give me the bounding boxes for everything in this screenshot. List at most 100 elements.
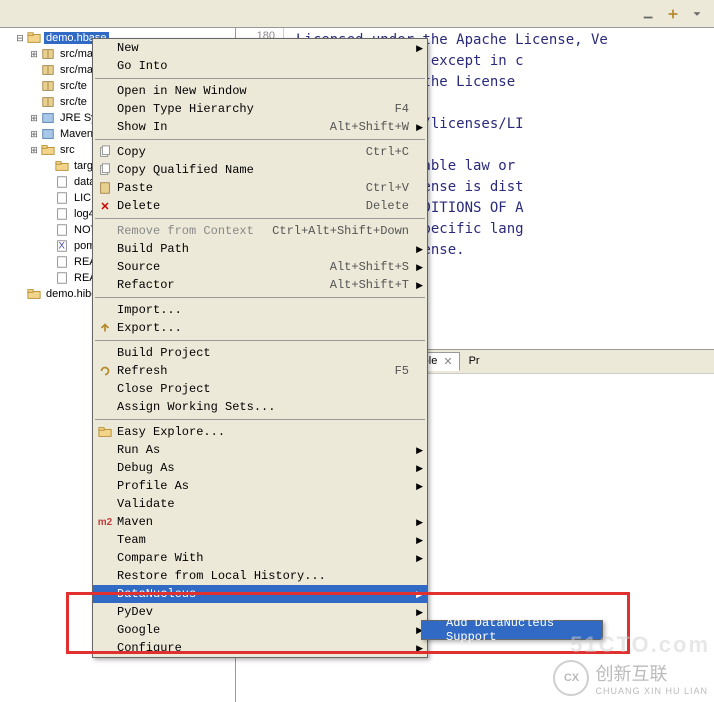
tree-expander-icon[interactable]: ⊞ (28, 49, 40, 60)
menu-item-run-as[interactable]: Run As ▶ (93, 441, 427, 459)
menu-item-copy-qualified-name[interactable]: Copy Qualified Name (93, 161, 427, 179)
menu-item-configure[interactable]: Configure▶ (93, 639, 427, 657)
toolbar-link-icon[interactable] (662, 3, 684, 25)
watermark-back: 51CTO.com (570, 632, 710, 658)
menu-shortcut: Alt+Shift+W (330, 120, 409, 134)
submenu-arrow-icon: ▶ (416, 445, 423, 456)
paste-icon (95, 181, 115, 195)
menu-item-debug-as[interactable]: Debug As▶ (93, 459, 427, 477)
copy-icon (95, 145, 115, 159)
menu-item-compare-with[interactable]: Compare With▶ (93, 549, 427, 567)
tree-expander-icon[interactable]: ⊞ (28, 113, 40, 124)
submenu-arrow-icon: ▶ (416, 262, 423, 273)
menu-item-label: PyDev (115, 605, 409, 619)
menu-item-source[interactable]: SourceAlt+Shift+S▶ (93, 258, 427, 276)
delete-icon: ✕ (95, 200, 115, 213)
menu-separator (95, 340, 425, 341)
menu-item-label: Assign Working Sets... (115, 400, 409, 414)
menu-item-pydev[interactable]: PyDev ▶ (93, 603, 427, 621)
menu-item-label: Remove from Context (115, 224, 272, 238)
menu-item-label: Google (115, 623, 409, 637)
copy-icon (95, 163, 115, 177)
toolbar-view-menu-icon[interactable] (686, 3, 708, 25)
menu-item-label: Easy Explore... (115, 425, 409, 439)
menu-item-label: Run As (115, 443, 409, 457)
submenu-arrow-icon: ▶ (416, 280, 423, 291)
menu-item-label: Refactor (115, 278, 330, 292)
menu-item-open-type-hierarchy[interactable]: Open Type HierarchyF4 (93, 100, 427, 118)
tree-item-label: src (58, 144, 77, 156)
top-toolbar (0, 0, 714, 28)
refresh-icon (95, 364, 115, 378)
menu-item-label: Team (115, 533, 409, 547)
submenu-arrow-icon: ▶ (416, 607, 423, 618)
menu-item-import[interactable]: Import... (93, 301, 427, 319)
submenu-arrow-icon: ▶ (416, 463, 423, 474)
menu-item-label: Profile As (115, 479, 409, 493)
tree-expander-icon[interactable]: ⊟ (14, 33, 26, 44)
submenu-arrow-icon: ▶ (416, 517, 423, 528)
menu-item-build-path[interactable]: Build Path▶ (93, 240, 427, 258)
menu-item-label: Open Type Hierarchy (115, 102, 395, 116)
menu-item-validate[interactable]: Validate (93, 495, 427, 513)
tree-item-label: src/ma (58, 48, 95, 60)
menu-item-label: Copy (115, 145, 366, 159)
file-icon (54, 222, 70, 238)
menu-item-show-in[interactable]: Show InAlt+Shift+W ▶ (93, 118, 427, 136)
menu-item-label: Source (115, 260, 330, 274)
submenu-arrow-icon: ▶ (416, 589, 423, 600)
menu-item-delete[interactable]: ✕DeleteDelete (93, 197, 427, 215)
jre-icon (40, 126, 56, 142)
context-menu[interactable]: New▶Go IntoOpen in New WindowOpen Type H… (92, 38, 428, 658)
watermark-logo-icon: CX (553, 660, 589, 696)
menu-item-profile-as[interactable]: Profile As ▶ (93, 477, 427, 495)
menu-shortcut: Ctrl+Alt+Shift+Down (272, 224, 409, 238)
menu-item-assign-working-sets[interactable]: Assign Working Sets... (93, 398, 427, 416)
menu-item-label: New (115, 41, 409, 55)
menu-shortcut: Ctrl+V (366, 181, 409, 195)
menu-item-label: Configure (115, 641, 409, 655)
menu-item-label: Add DataNucleus Support (444, 616, 584, 644)
folder-icon (95, 425, 115, 439)
menu-item-restore-from-local-history[interactable]: Restore from Local History... (93, 567, 427, 585)
menu-item-refresh[interactable]: RefreshF5 (93, 362, 427, 380)
menu-item-easy-explore[interactable]: Easy Explore... (93, 423, 427, 441)
submenu-arrow-icon: ▶ (416, 481, 423, 492)
menu-item-label: Show In (115, 120, 330, 134)
submenu-arrow-icon: ▶ (416, 553, 423, 564)
tree-item-label: src/te (58, 80, 89, 92)
menu-item-datanucleus[interactable]: DataNucleus▶ (93, 585, 427, 603)
menu-item-label: Open in New Window (115, 84, 409, 98)
toolbar-minimize-icon[interactable] (638, 3, 660, 25)
menu-item-label: Restore from Local History... (115, 569, 409, 583)
menu-item-go-into[interactable]: Go Into (93, 57, 427, 75)
close-icon[interactable]: ✕ (443, 355, 452, 368)
menu-item-close-project[interactable]: Close Project (93, 380, 427, 398)
menu-item-maven[interactable]: m2Maven▶ (93, 513, 427, 531)
menu-item-paste[interactable]: PasteCtrl+V (93, 179, 427, 197)
menu-shortcut: Ctrl+C (366, 145, 409, 159)
menu-item-build-project[interactable]: Build Project (93, 344, 427, 362)
menu-item-refactor[interactable]: RefactorAlt+Shift+T▶ (93, 276, 427, 294)
menu-item-label: Go Into (115, 59, 409, 73)
menu-item-open-in-new-window[interactable]: Open in New Window (93, 82, 427, 100)
xml-icon: X (54, 238, 70, 254)
menu-item-label: Export... (115, 321, 409, 335)
menu-item-copy[interactable]: CopyCtrl+C (93, 143, 427, 161)
menu-item-google[interactable]: Google▶ (93, 621, 427, 639)
svg-text:X: X (59, 241, 66, 252)
tree-expander-icon[interactable]: ⊞ (28, 145, 40, 156)
tab-problems[interactable]: Pr (462, 352, 487, 370)
menu-shortcut: Delete (366, 199, 409, 213)
tree-expander-icon[interactable]: ⊞ (28, 129, 40, 140)
menu-item-new[interactable]: New▶ (93, 39, 427, 57)
menu-separator (95, 297, 425, 298)
submenu-arrow-icon: ▶ (416, 122, 423, 133)
menu-item-team[interactable]: Team▶ (93, 531, 427, 549)
menu-item-export[interactable]: Export... (93, 319, 427, 337)
menu-item-label: Delete (115, 199, 366, 213)
file-icon (54, 254, 70, 270)
project-icon (26, 30, 42, 46)
menu-item-label: Validate (115, 497, 409, 511)
menu-item-label: Close Project (115, 382, 409, 396)
